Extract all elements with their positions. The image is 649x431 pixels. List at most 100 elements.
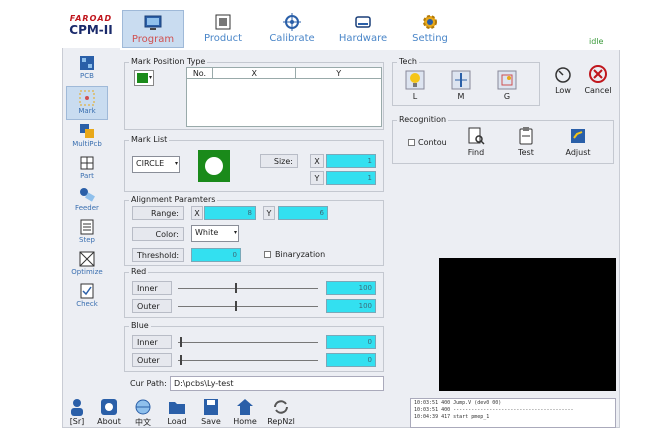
status-text: idle [589, 37, 604, 46]
tab-product[interactable]: Product [194, 10, 252, 48]
red-outer-slider[interactable] [178, 306, 318, 307]
blue-title: Blue [129, 321, 151, 330]
column-header-y: Y [295, 67, 382, 79]
speed-gauge-icon [555, 67, 571, 83]
sidebar-label-mark: Mark [78, 107, 96, 115]
sidebar: PCB Mark MultiPcb Part Feeder Step Optim… [66, 52, 108, 308]
red-inner-slider[interactable] [178, 288, 318, 289]
logo-model: CPM-II [69, 23, 113, 37]
user-button[interactable]: [Sr] [62, 398, 92, 426]
adjust-button[interactable]: Adjust [562, 126, 594, 157]
color-select[interactable]: White ▾ [191, 225, 239, 242]
adjust-label: Adjust [565, 148, 591, 157]
recognition-title: Recognition [397, 115, 449, 124]
red-outer-value[interactable]: 100 [326, 299, 376, 313]
binarization-label: Binaryzation [275, 250, 326, 259]
language-button[interactable]: 中文 [128, 398, 158, 428]
continue-checkbox[interactable] [408, 139, 415, 146]
mark-shape-select[interactable]: CIRCLE ▾ [132, 156, 180, 173]
blue-inner-slider[interactable] [178, 342, 318, 343]
sidebar-label-part: Part [80, 172, 94, 180]
range-y-input[interactable]: 6 [278, 206, 328, 220]
log-panel[interactable]: 10:03:51 400 Jump.V (dev0 00) 10:03:51 4… [410, 398, 616, 428]
sidebar-label-check: Check [76, 300, 98, 308]
cancel-button[interactable]: Cancel [582, 64, 614, 95]
tab-program[interactable]: Program [122, 10, 184, 48]
log-line: 10:04:39 417 start pmep_1 [414, 414, 490, 420]
user-label: [Sr] [69, 417, 85, 426]
sidebar-item-feeder[interactable]: Feeder [66, 184, 108, 218]
low-button[interactable]: Low [548, 64, 578, 95]
blue-inner-slider-handle[interactable] [180, 337, 182, 347]
about-button[interactable]: About [94, 398, 124, 426]
monitor-icon [144, 15, 162, 30]
home-button[interactable]: Home [230, 398, 260, 426]
color-select-value: White [195, 228, 219, 237]
load-label: Load [167, 417, 187, 426]
red-inner-slider-handle[interactable] [235, 283, 237, 293]
sidebar-item-step[interactable]: Step [66, 216, 108, 250]
size-y-input[interactable]: 1 [326, 171, 376, 185]
size-x-input[interactable]: 1 [326, 154, 376, 168]
tech-light-l-button[interactable]: L [402, 70, 428, 101]
tab-product-label: Product [204, 33, 242, 44]
range-y-label: Y [263, 206, 275, 220]
continue-label: Contou [418, 138, 447, 147]
blue-outer-value[interactable]: 0 [326, 353, 376, 367]
language-label: 中文 [135, 418, 151, 427]
tab-calibrate[interactable]: Calibrate [262, 10, 322, 48]
tab-hardware[interactable]: Hardware [332, 10, 394, 48]
feeder-icon [80, 188, 95, 202]
rep-nozzle-button[interactable]: RepNzl [264, 398, 298, 426]
gear-icon [423, 15, 437, 29]
home-icon [237, 399, 253, 415]
size-label: Size: [260, 154, 298, 168]
tab-hardware-label: Hardware [338, 33, 388, 44]
cancel-label: Cancel [584, 86, 612, 95]
blue-outer-label: Outer [132, 353, 172, 367]
sidebar-label-pcb: PCB [80, 72, 94, 80]
about-icon [101, 399, 117, 415]
mark-color-select[interactable]: ▾ [134, 70, 154, 86]
range-x-input[interactable]: 8 [204, 206, 256, 220]
tab-setting[interactable]: Setting [404, 10, 456, 48]
blue-outer-slider[interactable] [178, 360, 318, 361]
blue-outer-slider-handle[interactable] [180, 355, 182, 365]
tech-g-label: G [503, 92, 511, 101]
load-button[interactable]: Load [162, 398, 192, 426]
mark-position-table-body[interactable] [186, 79, 382, 127]
sidebar-item-mark[interactable]: Mark [66, 86, 108, 120]
blue-inner-value[interactable]: 0 [326, 335, 376, 349]
find-button[interactable]: Find [462, 126, 490, 157]
tab-program-label: Program [131, 34, 175, 45]
save-button[interactable]: Save [196, 398, 226, 426]
board-icon [215, 14, 231, 30]
sidebar-item-optimize[interactable]: Optimize [66, 248, 108, 282]
chevron-down-icon: ▾ [148, 74, 152, 81]
logo-brand: FAROAD [69, 14, 113, 23]
step-icon [80, 219, 94, 235]
clipboard-icon [519, 127, 533, 145]
sidebar-item-part[interactable]: Part [66, 152, 108, 186]
mark-color-swatch [137, 73, 148, 83]
tech-light-g-button[interactable]: G [494, 70, 520, 101]
red-inner-label: Inner [132, 281, 172, 295]
align-icon [451, 70, 471, 90]
red-inner-value[interactable]: 100 [326, 281, 376, 295]
threshold-label: Threshold: [132, 248, 184, 262]
threshold-input[interactable]: 0 [191, 248, 241, 262]
tech-light-m-button[interactable]: M [448, 70, 474, 101]
size-x-label: X [310, 154, 324, 168]
sidebar-item-check[interactable]: Check [66, 280, 108, 314]
tech-m-label: M [457, 92, 465, 101]
tech-title: Tech [397, 57, 419, 66]
red-outer-label: Outer [132, 299, 172, 313]
binarization-checkbox[interactable] [264, 251, 271, 258]
tab-calibrate-label: Calibrate [269, 33, 315, 44]
red-outer-slider-handle[interactable] [235, 301, 237, 311]
sidebar-item-pcb[interactable]: PCB [66, 52, 108, 86]
chevron-down-icon: ▾ [233, 229, 237, 236]
sidebar-item-multipcb[interactable]: MultiPcb [66, 120, 108, 154]
low-label: Low [555, 86, 571, 95]
test-button[interactable]: Test [512, 126, 540, 157]
